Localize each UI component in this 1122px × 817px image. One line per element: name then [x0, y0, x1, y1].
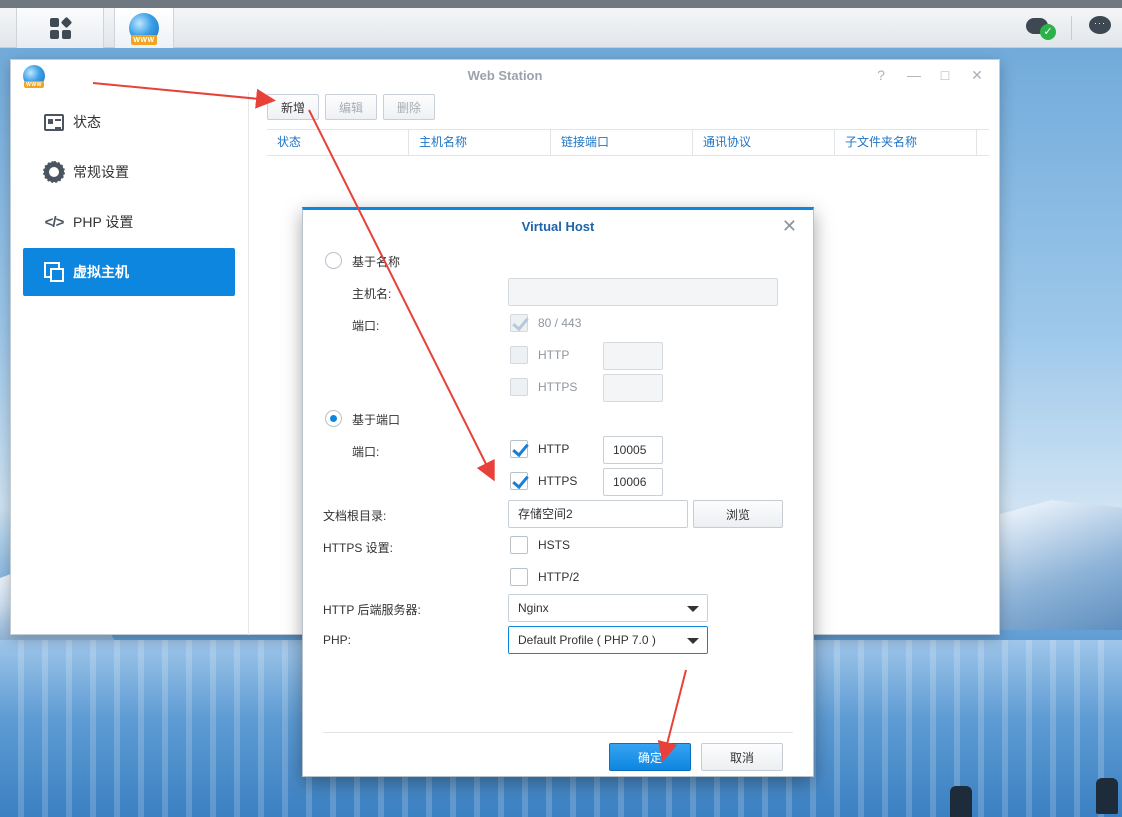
- wallpaper-paddler-left: [950, 786, 972, 817]
- hostname-label: 主机名:: [352, 287, 392, 301]
- port-based-port-label: 端口:: [352, 445, 380, 459]
- column-header-status[interactable]: 状态: [267, 130, 409, 155]
- window-titlebar[interactable]: WWW Web Station ? — □ ✕: [11, 60, 999, 92]
- ok-button[interactable]: 确定: [609, 743, 691, 771]
- https-settings-label: HTTPS 设置:: [323, 541, 394, 555]
- close-icon[interactable]: ✕: [971, 67, 983, 84]
- taskbar-web-station-button[interactable]: WWW: [114, 8, 174, 48]
- name-based-https-label: HTTPS: [538, 380, 578, 394]
- port-based-http-label: HTTP: [538, 442, 570, 456]
- virtual-host-dialog: Virtual Host ✕ 基于名称 主机名: 端口: 80 / 443 HT…: [302, 207, 814, 777]
- port-based-label: 基于端口: [352, 413, 401, 427]
- browse-button[interactable]: 浏览: [693, 500, 783, 528]
- port-based-radio[interactable]: [325, 410, 342, 427]
- backend-server-value: Nginx: [518, 601, 549, 615]
- http2-label: HTTP/2: [538, 570, 580, 584]
- port-based-https-checkbox[interactable]: [510, 472, 528, 490]
- name-based-http-port-input[interactable]: [603, 342, 663, 370]
- add-button[interactable]: 新增: [267, 94, 320, 120]
- chevron-down-icon: [687, 638, 699, 644]
- default-ports-checkbox[interactable]: [510, 314, 528, 332]
- sidebar-item-general-settings[interactable]: 常规设置: [23, 148, 235, 196]
- minimize-icon[interactable]: —: [907, 67, 921, 84]
- document-root-input[interactable]: 存储空间2: [508, 500, 688, 528]
- virtual-host-table-header: 状态 主机名称 链接端口 通讯协议 子文件夹名称: [267, 129, 989, 156]
- name-based-https-checkbox[interactable]: [510, 378, 528, 396]
- backend-server-label: HTTP 后端服务器:: [323, 603, 421, 617]
- http2-checkbox[interactable]: [510, 568, 528, 586]
- php-label: PHP:: [323, 633, 352, 647]
- sidebar-item-label: 状态: [73, 114, 101, 130]
- name-based-radio[interactable]: [325, 252, 342, 269]
- port-based-https-label: HTTPS: [538, 474, 578, 488]
- tray-divider: [1071, 16, 1072, 40]
- name-based-https-port-input[interactable]: [603, 374, 663, 402]
- edit-button[interactable]: 编辑: [325, 94, 378, 120]
- column-header-hostname[interactable]: 主机名称: [409, 130, 551, 155]
- hsts-checkbox[interactable]: [510, 536, 528, 554]
- toolbar: 新增 编辑 删除: [267, 94, 436, 120]
- hsts-label: HSTS: [538, 538, 571, 552]
- main-menu-button[interactable]: [16, 8, 104, 48]
- column-header-protocol[interactable]: 通讯协议: [693, 130, 835, 155]
- taskbar: WWW ✓ ···: [0, 0, 1122, 48]
- sidebar-item-php-settings[interactable]: </> PHP 设置: [23, 198, 235, 246]
- chat-bubble-icon[interactable]: ···: [1088, 14, 1112, 36]
- name-based-http-checkbox[interactable]: [510, 346, 528, 364]
- sidebar-item-label: 虚拟主机: [73, 264, 129, 280]
- taskbar-top-border: [0, 0, 1122, 8]
- php-profile-select[interactable]: Default Profile ( PHP 7.0 ): [508, 626, 708, 654]
- default-ports-label: 80 / 443: [538, 316, 582, 330]
- name-based-port-label: 端口:: [352, 319, 380, 333]
- window-title: Web Station: [467, 68, 543, 83]
- port-based-http-checkbox[interactable]: [510, 440, 528, 458]
- column-header-port[interactable]: 链接端口: [551, 130, 693, 155]
- help-icon[interactable]: ?: [875, 67, 887, 84]
- gear-icon: [43, 161, 65, 183]
- status-icon: [43, 111, 65, 133]
- php-profile-value: Default Profile ( PHP 7.0 ): [518, 633, 656, 647]
- document-root-label: 文档根目录:: [323, 509, 387, 523]
- www-badge: WWW: [131, 35, 157, 45]
- apps-grid-icon: [49, 16, 72, 39]
- delete-button[interactable]: 删除: [383, 94, 436, 120]
- name-based-http-label: HTTP: [538, 348, 570, 362]
- sidebar: 状态 常规设置 </> PHP 设置 虚拟主机: [11, 92, 249, 635]
- backend-server-select[interactable]: Nginx: [508, 594, 708, 622]
- http-port-input[interactable]: 10005: [603, 436, 663, 464]
- web-station-globe-icon: WWW: [129, 13, 159, 45]
- sidebar-item-virtual-host[interactable]: 虚拟主机: [23, 248, 235, 296]
- close-icon[interactable]: ✕: [782, 216, 797, 237]
- sidebar-item-label: 常规设置: [73, 164, 129, 180]
- virtual-host-icon: [43, 261, 65, 283]
- column-header-subfolder[interactable]: 子文件夹名称: [835, 130, 977, 155]
- dialog-title: Virtual Host: [521, 219, 595, 234]
- sidebar-item-status[interactable]: 状态: [23, 98, 235, 146]
- sidebar-item-label: PHP 设置: [73, 214, 134, 230]
- dialog-footer-divider: [323, 732, 793, 733]
- code-icon: </>: [44, 213, 65, 231]
- chevron-down-icon: [687, 606, 699, 612]
- name-based-label: 基于名称: [352, 255, 401, 269]
- cloud-sync-ok-icon[interactable]: ✓: [1026, 14, 1056, 40]
- https-port-input[interactable]: 10006: [603, 468, 663, 496]
- maximize-icon[interactable]: □: [939, 67, 951, 84]
- cancel-button[interactable]: 取消: [701, 743, 783, 771]
- wallpaper-paddler-right: [1096, 778, 1118, 814]
- hostname-input[interactable]: [508, 278, 778, 306]
